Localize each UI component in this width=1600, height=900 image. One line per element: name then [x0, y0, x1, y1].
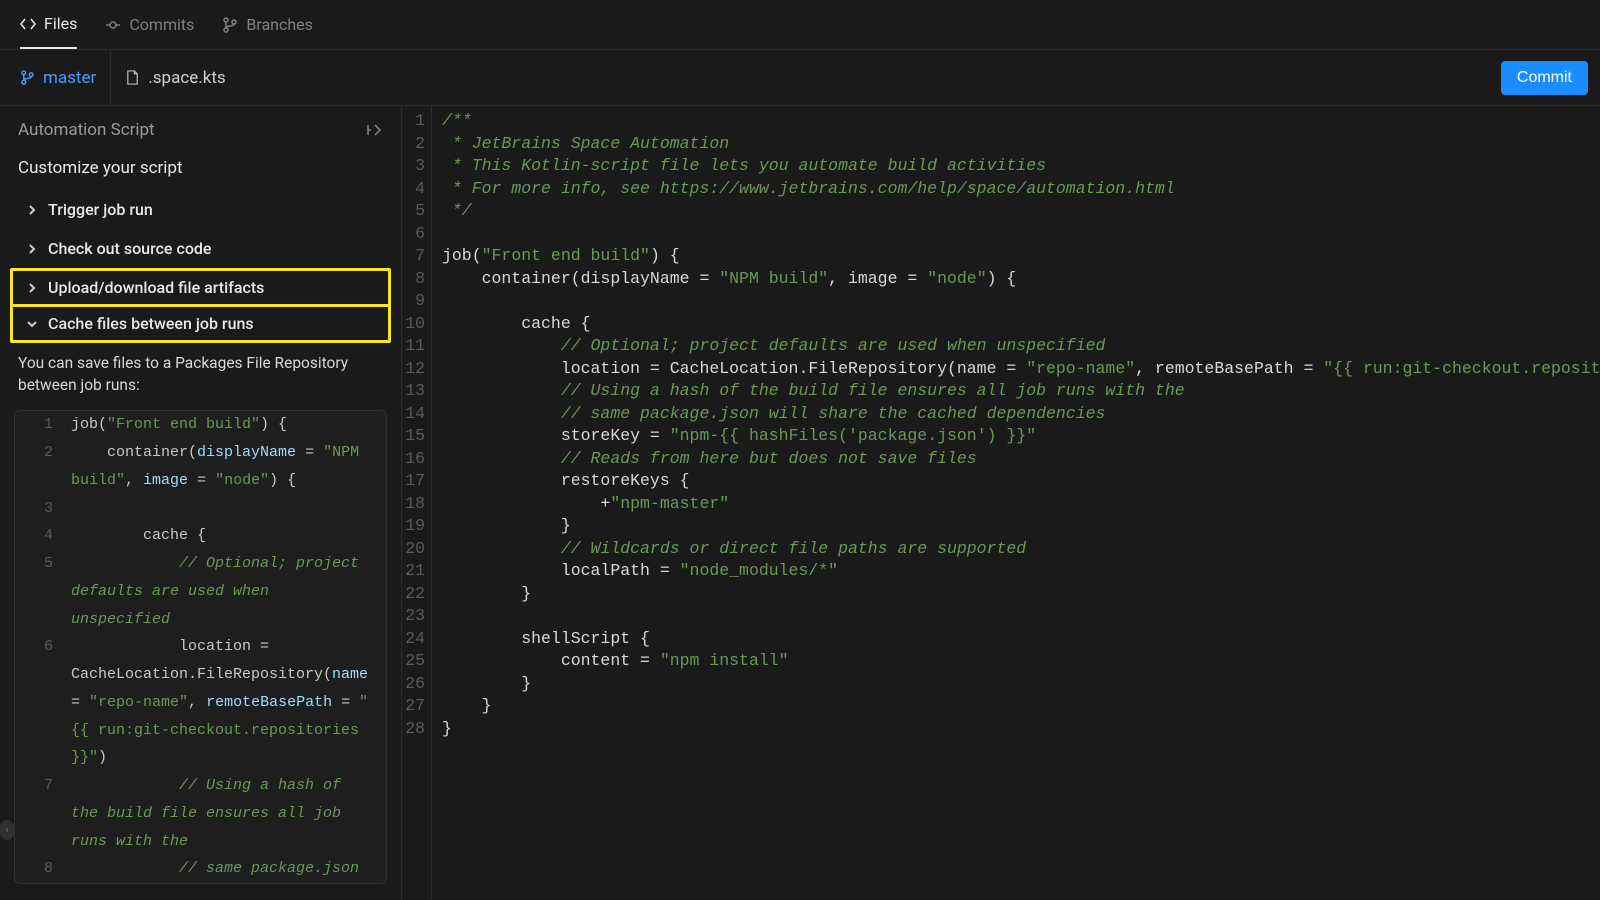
editor-code[interactable]: /** * JetBrains Space Automation * This … — [432, 106, 1600, 900]
tab-files[interactable]: Files — [20, 0, 77, 49]
accordion-label: Upload/download file artifacts — [48, 278, 264, 297]
accordion-label: Cache files between job runs — [48, 314, 254, 333]
chevron-right-icon — [26, 204, 38, 216]
subbar: master .space.kts Commit — [0, 50, 1600, 106]
code-snippet[interactable]: 1job("Front end build") {2 container(dis… — [14, 410, 387, 884]
sidebar-subtitle: Customize your script — [0, 150, 401, 190]
chevron-right-icon — [26, 282, 38, 294]
editor-gutter: 1234567891011121314151617181920212223242… — [402, 106, 432, 900]
accordion-label: Check out source code — [48, 239, 212, 258]
accordion-checkout[interactable]: Check out source code — [0, 229, 401, 268]
branch-icon — [222, 17, 238, 33]
file-icon — [125, 70, 140, 85]
file-path[interactable]: .space.kts — [111, 68, 239, 88]
branch-selector[interactable]: master — [12, 50, 111, 106]
sidebar-title: Automation Script — [18, 120, 155, 140]
code-editor[interactable]: 1234567891011121314151617181920212223242… — [402, 106, 1600, 900]
tab-branches-label: Branches — [246, 15, 313, 34]
sidebar-help-text: You can save files to a Packages File Re… — [0, 343, 401, 410]
code-icon — [20, 16, 36, 32]
chevron-down-icon — [26, 318, 38, 330]
commit-icon — [105, 17, 121, 33]
collapse-icon[interactable] — [365, 123, 383, 137]
top-tabs: Files Commits Branches — [0, 0, 1600, 50]
branch-name: master — [43, 68, 96, 88]
tab-branches[interactable]: Branches — [222, 0, 313, 49]
accordion-trigger-job[interactable]: Trigger job run — [0, 190, 401, 229]
accordion-label: Trigger job run — [48, 200, 153, 219]
chevron-right-icon — [26, 243, 38, 255]
file-name: .space.kts — [148, 68, 225, 88]
tab-commits[interactable]: Commits — [105, 0, 194, 49]
branch-small-icon — [20, 70, 35, 85]
accordion-cache-files[interactable]: Cache files between job runs — [10, 304, 391, 343]
tab-commits-label: Commits — [129, 15, 194, 34]
sidebar: Automation Script Customize your script … — [0, 106, 402, 900]
accordion-upload-artifacts[interactable]: Upload/download file artifacts — [10, 268, 391, 307]
tab-files-label: Files — [44, 14, 77, 33]
expand-handle[interactable]: ‹ — [0, 820, 14, 840]
commit-button[interactable]: Commit — [1501, 61, 1588, 95]
